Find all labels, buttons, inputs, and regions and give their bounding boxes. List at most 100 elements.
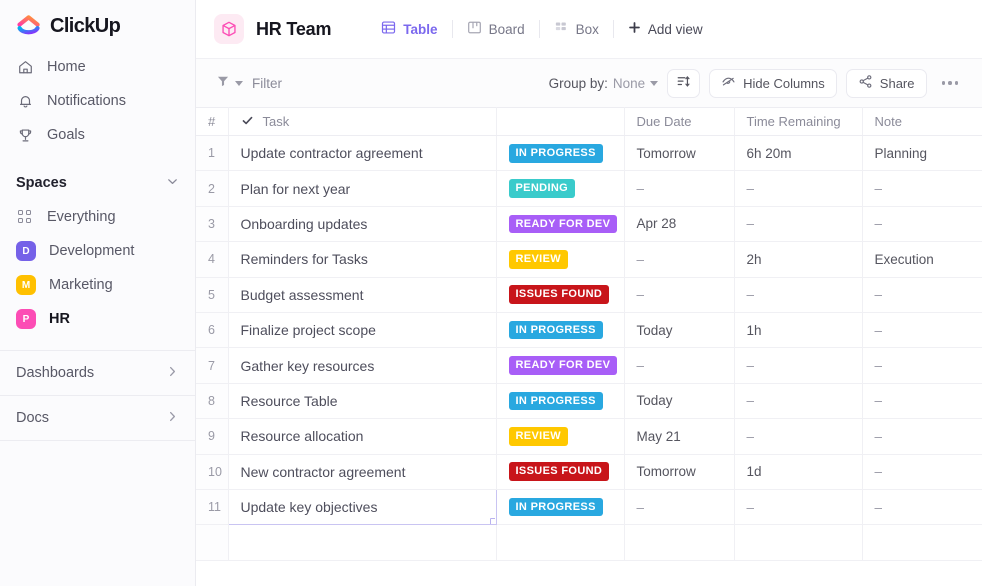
due-date-cell[interactable]: Tomorrow [624,454,735,490]
sidebar-item-marketing[interactable]: M Marketing [0,268,195,302]
table-row[interactable]: 6 Finalize project scope IN PROGRESS Today 1… [196,312,982,349]
status-cell[interactable]: REVIEW [496,241,625,278]
time-remaining-cell[interactable]: – [734,418,863,455]
spaces-section-header[interactable]: Spaces [0,166,195,200]
due-date-cell[interactable]: Tomorrow [624,135,735,172]
task-name-cell[interactable]: Reminders for Tasks [228,241,497,278]
note-cell[interactable]: – [862,277,982,313]
hide-columns-button[interactable]: Hide Columns [709,68,837,98]
brand-logo[interactable]: ClickUp [0,0,195,38]
due-date-cell[interactable]: Today [624,383,735,420]
status-cell[interactable]: PENDING [496,170,625,207]
note-cell[interactable]: – [862,418,982,455]
tab-table[interactable]: Table [367,16,451,42]
time-remaining-cell[interactable]: – [734,170,863,207]
group-by-control[interactable]: Group by: None [549,76,659,91]
filter-caret-icon[interactable] [235,80,243,86]
sidebar-item-development[interactable]: D Development [0,234,195,268]
due-date-cell[interactable]: – [624,347,735,384]
table-row[interactable]: 10 New contractor agreement ISSUES FOUND To… [196,454,982,490]
note-cell[interactable]: – [862,347,982,384]
time-remaining-cell[interactable]: 1d [734,454,863,490]
due-date-cell[interactable]: Today [624,312,735,349]
empty-cell[interactable] [624,524,735,561]
time-remaining-cell[interactable]: 6h 20m [734,135,863,172]
empty-cell[interactable] [862,524,982,561]
status-cell[interactable]: ISSUES FOUND [496,454,625,490]
share-button[interactable]: Share [845,68,927,98]
add-view-button[interactable]: Add view [614,16,717,42]
sidebar-item-dashboards[interactable]: Dashboards [0,351,195,395]
task-name-cell[interactable]: Budget assessment [228,277,497,313]
due-date-cell[interactable]: – [624,277,735,313]
empty-cell[interactable] [734,524,863,561]
column-header-time-remaining[interactable]: Time Remaining [734,107,863,136]
table-row[interactable]: 5 Budget assessment ISSUES FOUND – – – [196,277,982,313]
column-header-status[interactable] [496,107,625,136]
chevron-down-icon[interactable] [166,175,179,191]
tab-box[interactable]: Box [540,16,613,42]
column-header-note[interactable]: Note [862,107,982,136]
time-remaining-cell[interactable]: 1h [734,312,863,349]
table-row[interactable]: 1 Update contractor agreement IN PROGRESS T… [196,135,982,172]
note-cell[interactable]: – [862,383,982,420]
task-name-cell[interactable]: Resource Table [228,383,497,420]
table-row[interactable]: 7 Gather key resources READY FOR DEV – – – [196,347,982,384]
cell-resize-handle[interactable] [489,518,495,524]
column-header-task[interactable]: Task [228,107,497,136]
sidebar-item-hr[interactable]: P HR [0,302,195,336]
note-cell[interactable]: – [862,312,982,349]
note-cell[interactable]: – [862,206,982,243]
time-remaining-cell[interactable]: – [734,277,863,313]
sidebar-item-notifications[interactable]: Notifications [0,84,195,118]
empty-cell[interactable] [496,524,625,561]
sidebar-item-goals[interactable]: Goals [0,118,195,152]
task-name-cell[interactable]: Onboarding updates [228,206,497,243]
table-row[interactable]: 11 Update key objectives IN PROGRESS – – – [196,488,982,526]
status-cell[interactable]: IN PROGRESS [496,489,625,526]
time-remaining-cell[interactable]: – [734,383,863,420]
due-date-cell[interactable]: – [624,489,735,526]
time-remaining-cell[interactable]: 2h [734,241,863,278]
status-cell[interactable]: READY FOR DEV [496,347,625,384]
filter-button[interactable]: Filter [252,76,282,91]
empty-cell[interactable] [196,524,229,561]
note-cell[interactable]: – [862,489,982,526]
table-row[interactable]: 2 Plan for next year PENDING – – – [196,170,982,207]
tab-board[interactable]: Board [453,16,539,42]
task-name-cell[interactable]: New contractor agreement [228,454,497,490]
status-cell[interactable]: ISSUES FOUND [496,277,625,313]
empty-cell[interactable] [228,524,497,561]
status-cell[interactable]: IN PROGRESS [496,383,625,420]
column-header-due-date[interactable]: Due Date [624,107,735,136]
note-cell[interactable]: – [862,454,982,490]
table-row[interactable]: 9 Resource allocation REVIEW May 21– – [196,418,982,455]
status-cell[interactable]: REVIEW [496,418,625,455]
sidebar-item-home[interactable]: Home [0,50,195,84]
table-row[interactable]: 3 Onboarding updates READY FOR DEV Apr 28– – [196,206,982,243]
status-cell[interactable]: IN PROGRESS [496,135,625,172]
time-remaining-cell[interactable]: – [734,206,863,243]
status-cell[interactable]: READY FOR DEV [496,206,625,243]
sidebar-item-everything[interactable]: Everything [0,200,195,234]
due-date-cell[interactable]: – [624,241,735,278]
task-name-cell[interactable]: Update key objectives [227,488,497,526]
time-remaining-cell[interactable]: – [734,347,863,384]
table-row-empty[interactable] [196,524,982,561]
status-cell[interactable]: IN PROGRESS [496,312,625,349]
due-date-cell[interactable]: Apr 28 [624,206,735,243]
note-cell[interactable]: Execution [862,241,982,278]
due-date-cell[interactable]: – [624,170,735,207]
table-row[interactable]: 4 Reminders for Tasks REVIEW –2h Execution [196,241,982,278]
column-header-number[interactable]: # [196,107,229,136]
task-name-cell[interactable]: Update contractor agreement [228,135,497,172]
note-cell[interactable]: – [862,170,982,207]
sort-button[interactable] [667,68,701,98]
task-name-cell[interactable]: Plan for next year [228,170,497,207]
task-name-cell[interactable]: Gather key resources [228,347,497,384]
ellipsis-icon[interactable] [936,81,965,85]
task-name-cell[interactable]: Finalize project scope [228,312,497,349]
funnel-icon[interactable] [216,74,230,93]
task-name-cell[interactable]: Resource allocation [228,418,497,455]
time-remaining-cell[interactable]: – [734,489,863,526]
